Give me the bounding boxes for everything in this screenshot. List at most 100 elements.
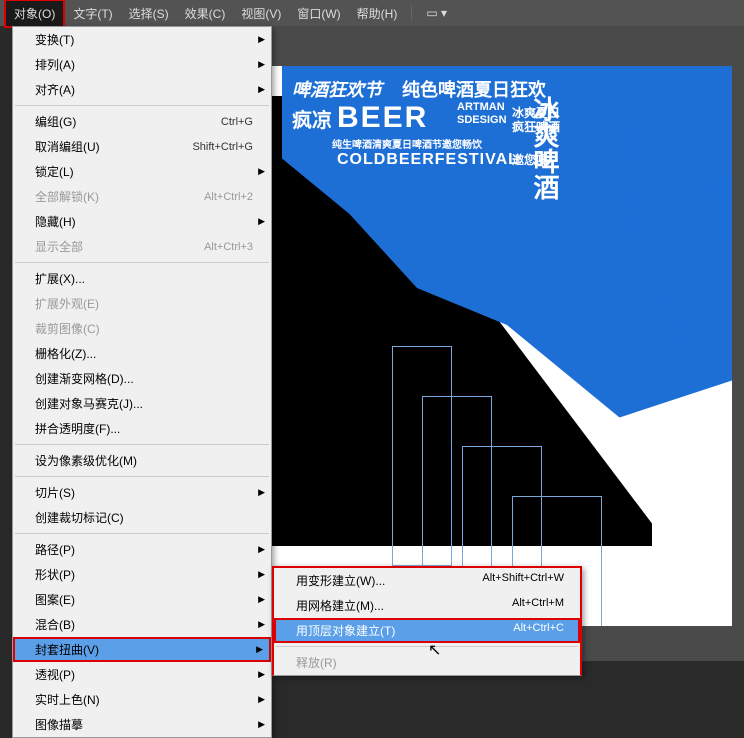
menu-item-label: 创建渐变网格(D)... xyxy=(35,370,134,387)
submenu-item-label: 用变形建立(W)... xyxy=(296,572,385,589)
menu-shortcut: Shift+Ctrl+G xyxy=(192,141,253,153)
menu-object[interactable]: 对象(O) xyxy=(4,0,65,28)
menu-item-label: 栅格化(Z)... xyxy=(35,345,96,362)
menu-item-label: 形状(P) xyxy=(35,566,75,583)
menu-item-b[interactable]: 混合(B) ▶ xyxy=(13,612,271,637)
menu-item-p[interactable]: 透视(P) ▶ xyxy=(13,662,271,687)
menu-item-label: 图案(E) xyxy=(35,591,75,608)
menu-item-label: 图像描摹 xyxy=(35,716,83,733)
art-beer: BEER xyxy=(337,101,428,135)
menu-item-j[interactable]: 创建对象马赛克(J)... xyxy=(13,391,271,416)
art-side-3: 邀您喝 xyxy=(512,151,548,168)
menu-divider xyxy=(15,533,269,534)
menu-shortcut: Ctrl+G xyxy=(221,116,253,128)
menu-item-h[interactable]: 隐藏(H) ▶ xyxy=(13,209,271,234)
art-artman: ARTMAN xyxy=(457,101,505,113)
menu-item-[interactable]: 图像描摹 ▶ xyxy=(13,712,271,737)
submenu-shortcut: Alt+Ctrl+C xyxy=(513,622,564,639)
menu-item-z[interactable]: 栅格化(Z)... xyxy=(13,341,271,366)
submenu-item-w[interactable]: 用变形建立(W)... Alt+Shift+Ctrl+W xyxy=(274,568,580,593)
menu-item-label: 创建对象马赛克(J)... xyxy=(35,395,143,412)
menu-divider xyxy=(15,476,269,477)
menu-item-label: 排列(A) xyxy=(35,56,75,73)
envelope-distort-submenu: 用变形建立(W)...Alt+Shift+Ctrl+W用网格建立(M)...Al… xyxy=(272,566,582,676)
menu-item-label: 裁剪图像(C) xyxy=(35,320,100,337)
menu-item-label: 变换(T) xyxy=(35,31,74,48)
menu-item-c[interactable]: 创建裁切标记(C) xyxy=(13,505,271,530)
menu-item-n[interactable]: 实时上色(N) ▶ xyxy=(13,687,271,712)
art-title-2: 纯色啤酒夏日狂欢 xyxy=(402,76,546,102)
menu-effect[interactable]: 效果(C) xyxy=(177,1,234,26)
submenu-item-label: 用顶层对象建立(T) xyxy=(296,622,395,639)
submenu-item-label: 用网格建立(M)... xyxy=(296,597,384,614)
menu-item-d[interactable]: 创建渐变网格(D)... xyxy=(13,366,271,391)
menu-item-label: 切片(S) xyxy=(35,484,75,501)
menu-item-label: 封套扭曲(V) xyxy=(35,641,99,658)
submenu-item-r: 释放(R) xyxy=(274,650,580,675)
menu-divider xyxy=(15,444,269,445)
menu-item-label: 扩展(X)... xyxy=(35,270,85,287)
art-festival: COLDBEERFESTIVAL xyxy=(337,151,519,169)
menu-item-m[interactable]: 设为像素级优化(M) xyxy=(13,448,271,473)
menu-item-label: 混合(B) xyxy=(35,616,75,633)
menu-divider xyxy=(15,262,269,263)
submenu-arrow-icon: ▶ xyxy=(258,34,265,45)
menu-item-t[interactable]: 变换(T) ▶ xyxy=(13,27,271,52)
menu-item-e[interactable]: 图案(E) ▶ xyxy=(13,587,271,612)
submenu-arrow-icon: ▶ xyxy=(258,619,265,630)
submenu-item-t[interactable]: 用顶层对象建立(T) Alt+Ctrl+C xyxy=(274,618,580,643)
menu-item-l[interactable]: 锁定(L) ▶ xyxy=(13,159,271,184)
art-subtitle: 纯生啤酒清爽夏日啤酒节邀您畅饮 xyxy=(332,136,482,151)
menu-item-u[interactable]: 取消编组(U) Shift+Ctrl+G xyxy=(13,134,271,159)
object-menu-dropdown: 变换(T) ▶ 排列(A) ▶ 对齐(A)▶ 编组(G) Ctrl+G 取消编组(U) Shif… xyxy=(12,26,272,738)
menu-item-a[interactable]: 排列(A) ▶ xyxy=(13,52,271,77)
menubar-separator xyxy=(411,5,412,21)
submenu-item-label: 释放(R) xyxy=(296,654,337,671)
menu-window[interactable]: 窗口(W) xyxy=(289,1,348,26)
menu-item-label: 扩展外观(E) xyxy=(35,295,99,312)
art-side-2: 疯狂啤酒 xyxy=(512,118,560,135)
submenu-arrow-icon: ▶ xyxy=(258,719,265,730)
menu-item-p[interactable]: 路径(P)▶ xyxy=(13,537,271,562)
submenu-arrow-icon: ▶ xyxy=(258,59,265,70)
menu-item-label: 编组(G) xyxy=(35,113,76,130)
menu-item-a[interactable]: 对齐(A)▶ xyxy=(13,77,271,102)
menu-item-label: 透视(P) xyxy=(35,666,75,683)
submenu-item-m[interactable]: 用网格建立(M)...Alt+Ctrl+M xyxy=(274,593,580,618)
submenu-arrow-icon: ▶ xyxy=(258,216,265,227)
menu-item-label: 拼合透明度(F)... xyxy=(35,420,120,437)
submenu-arrow-icon: ▶ xyxy=(258,669,265,680)
menu-item-label: 取消编组(U) xyxy=(35,138,100,155)
menu-item-p[interactable]: 形状(P) ▶ xyxy=(13,562,271,587)
submenu-arrow-icon: ▶ xyxy=(258,166,265,177)
menu-item-g[interactable]: 编组(G) Ctrl+G xyxy=(13,109,271,134)
menu-help[interactable]: 帮助(H) xyxy=(349,1,406,26)
menu-divider xyxy=(276,646,578,647)
menu-select[interactable]: 选择(S) xyxy=(121,1,177,26)
menu-item-v[interactable]: 封套扭曲(V) ▶ xyxy=(13,637,271,662)
menu-item-e: 扩展外观(E) xyxy=(13,291,271,316)
menu-type[interactable]: 文字(T) xyxy=(65,1,120,26)
menu-item-c: 裁剪图像(C) xyxy=(13,316,271,341)
menu-item-x[interactable]: 扩展(X)... xyxy=(13,266,271,291)
menu-item-s[interactable]: 切片(S)▶ xyxy=(13,480,271,505)
menu-shortcut: Alt+Ctrl+3 xyxy=(204,241,253,253)
menu-divider xyxy=(15,105,269,106)
menu-shortcut: Alt+Ctrl+2 xyxy=(204,191,253,203)
submenu-shortcut: Alt+Shift+Ctrl+W xyxy=(482,572,564,589)
submenu-arrow-icon: ▶ xyxy=(256,644,263,655)
workspace-switcher-icon[interactable]: ▭ ▾ xyxy=(418,2,455,24)
menu-item-label: 创建裁切标记(C) xyxy=(35,509,124,526)
menu-item-label: 锁定(L) xyxy=(35,163,74,180)
menu-item-label: 全部解锁(K) xyxy=(35,188,99,205)
art-title-1: 啤酒狂欢节 xyxy=(292,76,382,102)
submenu-arrow-icon: ▶ xyxy=(258,694,265,705)
submenu-arrow-icon: ▶ xyxy=(258,594,265,605)
art-sdesign: SDESIGN xyxy=(457,114,507,126)
menu-item-f[interactable]: 拼合透明度(F)... xyxy=(13,416,271,441)
submenu-arrow-icon: ▶ xyxy=(258,569,265,580)
menu-view[interactable]: 视图(V) xyxy=(233,1,289,26)
menu-item-label: 隐藏(H) xyxy=(35,213,76,230)
menu-item-label: 实时上色(N) xyxy=(35,691,100,708)
art-text-crazy: 疯凉 xyxy=(292,104,332,133)
